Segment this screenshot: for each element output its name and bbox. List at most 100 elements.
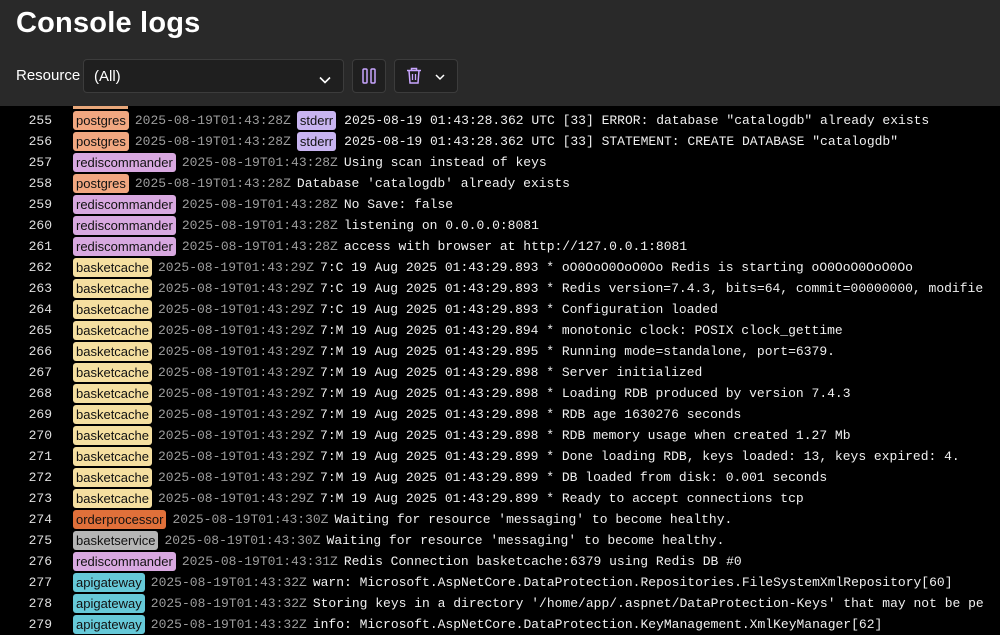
resource-badge[interactable]: apigateway <box>73 594 145 613</box>
resource-badge[interactable]: basketservice <box>73 531 159 550</box>
badge-postgres-partial <box>73 106 128 109</box>
page-title: Console logs <box>16 7 201 39</box>
resource-badge[interactable]: basketcache <box>73 384 152 403</box>
log-row: 259 rediscommander 2025-08-19T01:43:28Z No … <box>0 194 1000 215</box>
log-message: 7:M 19 Aug 2025 01:43:29.898 * RDB age 1… <box>320 407 742 422</box>
log-entry: rediscommander 2025-08-19T01:43:28Z access… <box>73 237 687 256</box>
resource-badge[interactable]: basketcache <box>73 321 152 340</box>
timestamp: 2025-08-19T01:43:28Z <box>181 218 338 233</box>
timestamp: 2025-08-19T01:43:29Z <box>158 449 315 464</box>
log-row: 270 basketcache 2025-08-19T01:43:29Z 7:M 19… <box>0 425 1000 446</box>
line-number: 272 <box>28 470 52 485</box>
resource-badge[interactable]: rediscommander <box>73 237 176 256</box>
resource-badge[interactable]: rediscommander <box>73 153 176 172</box>
line-number: 257 <box>28 155 52 170</box>
clear-logs-button[interactable] <box>394 59 458 93</box>
line-number: 267 <box>28 365 52 380</box>
log-row: 266 basketcache 2025-08-19T01:43:29Z 7:M 19… <box>0 341 1000 362</box>
line-number: 276 <box>28 554 52 569</box>
pause-button[interactable] <box>352 59 386 93</box>
log-row: 271 basketcache 2025-08-19T01:43:29Z 7:M 19… <box>0 446 1000 467</box>
resource-badge[interactable]: basketcache <box>73 279 152 298</box>
log-message: access with browser at http://127.0.0.1:… <box>343 239 688 254</box>
log-entry: rediscommander 2025-08-19T01:43:28Z No Sav… <box>73 195 453 214</box>
timestamp: 2025-08-19T01:43:29Z <box>158 470 315 485</box>
chevron-down-icon <box>435 74 445 81</box>
line-number: 277 <box>28 575 52 590</box>
line-number: 273 <box>28 491 52 506</box>
log-entry: basketcache 2025-08-19T01:43:29Z 7:M 19 Au… <box>73 321 843 340</box>
log-entry: apigateway 2025-08-19T01:43:32Z info: Micr… <box>73 615 882 634</box>
line-number: 271 <box>28 449 52 464</box>
resource-badge[interactable]: basketcache <box>73 489 152 508</box>
log-message: 2025-08-19 01:43:28.362 UTC [33] ERROR: … <box>344 113 930 128</box>
log-row: 277 apigateway 2025-08-19T01:43:32Z warn: M… <box>0 572 1000 593</box>
log-entry: basketcache 2025-08-19T01:43:29Z 7:M 19 Au… <box>73 489 804 508</box>
resource-badge[interactable]: basketcache <box>73 300 152 319</box>
line-number: 259 <box>28 197 52 212</box>
log-message: Redis Connection basketcache:6379 using … <box>343 554 742 569</box>
log-message: Database 'catalogdb' already exists <box>296 176 570 191</box>
line-number: 262 <box>28 260 52 275</box>
resource-select[interactable]: (All) <box>83 59 344 93</box>
resource-badge[interactable]: postgres <box>73 132 129 151</box>
line-number: 256 <box>28 134 52 149</box>
log-message: 7:M 19 Aug 2025 01:43:29.898 * Server in… <box>320 365 703 380</box>
timestamp: 2025-08-19T01:43:32Z <box>150 575 307 590</box>
resource-badge[interactable]: rediscommander <box>73 216 176 235</box>
log-viewer[interactable]: 255 postgres 2025-08-19T01:43:28Z stderr 202… <box>0 106 1000 635</box>
timestamp: 2025-08-19T01:43:29Z <box>158 428 315 443</box>
log-row: 260 rediscommander 2025-08-19T01:43:28Z lis… <box>0 215 1000 236</box>
line-number: 270 <box>28 428 52 443</box>
log-message: 7:C 19 Aug 2025 01:43:29.893 * Configura… <box>320 302 718 317</box>
log-entry: basketcache 2025-08-19T01:43:29Z 7:M 19 Au… <box>73 447 960 466</box>
timestamp: 2025-08-19T01:43:29Z <box>158 365 315 380</box>
resource-badge[interactable]: rediscommander <box>73 552 176 571</box>
resource-badge[interactable]: basketcache <box>73 468 152 487</box>
line-number: 266 <box>28 344 52 359</box>
resource-badge[interactable]: rediscommander <box>73 195 176 214</box>
resource-badge[interactable]: postgres <box>73 111 129 130</box>
resource-badge[interactable]: basketcache <box>73 258 152 277</box>
resource-badge[interactable]: orderprocessor <box>73 510 167 529</box>
log-entry: basketcache 2025-08-19T01:43:29Z 7:C 19 Au… <box>73 300 718 319</box>
log-message: Using scan instead of keys <box>343 155 547 170</box>
log-message: info: Microsoft.AspNetCore.DataProtectio… <box>312 617 883 632</box>
resource-badge[interactable]: basketcache <box>73 426 152 445</box>
resource-badge[interactable]: apigateway <box>73 573 145 592</box>
log-row: 276 rediscommander 2025-08-19T01:43:31Z Red… <box>0 551 1000 572</box>
log-entry: basketcache 2025-08-19T01:43:29Z 7:M 19 Au… <box>73 363 702 382</box>
resource-badge[interactable]: basketcache <box>73 363 152 382</box>
timestamp: 2025-08-19T01:43:28Z <box>134 134 291 149</box>
timestamp: 2025-08-19T01:43:32Z <box>150 596 307 611</box>
timestamp: 2025-08-19T01:43:31Z <box>181 554 338 569</box>
resource-badge[interactable]: basketcache <box>73 405 152 424</box>
log-entry: postgres 2025-08-19T01:43:28Z stderr 2025-0… <box>73 111 929 130</box>
header-bar: Console logs Resource (All) <box>0 0 1000 106</box>
log-message: 7:M 19 Aug 2025 01:43:29.899 * Done load… <box>320 449 960 464</box>
line-number: 274 <box>28 512 52 527</box>
log-message: warn: Microsoft.AspNetCore.DataProtectio… <box>312 575 953 590</box>
log-message: 7:M 19 Aug 2025 01:43:29.899 * DB loaded… <box>320 470 828 485</box>
resource-badge[interactable]: postgres <box>73 174 129 193</box>
resource-badge[interactable]: basketcache <box>73 342 152 361</box>
resource-label: Resource <box>16 67 81 84</box>
timestamp: 2025-08-19T01:43:30Z <box>172 512 329 527</box>
log-message: Storing keys in a directory '/home/app/.… <box>312 596 984 611</box>
timestamp: 2025-08-19T01:43:32Z <box>150 617 307 632</box>
timestamp: 2025-08-19T01:43:28Z <box>134 176 291 191</box>
line-number: 265 <box>28 323 52 338</box>
timestamp: 2025-08-19T01:43:29Z <box>158 302 315 317</box>
timestamp: 2025-08-19T01:43:29Z <box>158 386 315 401</box>
log-message: 7:M 19 Aug 2025 01:43:29.898 * RDB memor… <box>320 428 851 443</box>
log-row: 273 basketcache 2025-08-19T01:43:29Z 7:M 19… <box>0 488 1000 509</box>
timestamp: 2025-08-19T01:43:29Z <box>158 323 315 338</box>
timestamp: 2025-08-19T01:43:29Z <box>158 491 315 506</box>
timestamp: 2025-08-19T01:43:29Z <box>158 407 315 422</box>
log-row: 262 basketcache 2025-08-19T01:43:29Z 7:C 19… <box>0 257 1000 278</box>
log-row: 275 basketservice 2025-08-19T01:43:30Z Wait… <box>0 530 1000 551</box>
resource-badge[interactable]: basketcache <box>73 447 152 466</box>
timestamp: 2025-08-19T01:43:28Z <box>181 197 338 212</box>
resource-badge[interactable]: apigateway <box>73 615 145 634</box>
line-number: 255 <box>28 113 52 128</box>
